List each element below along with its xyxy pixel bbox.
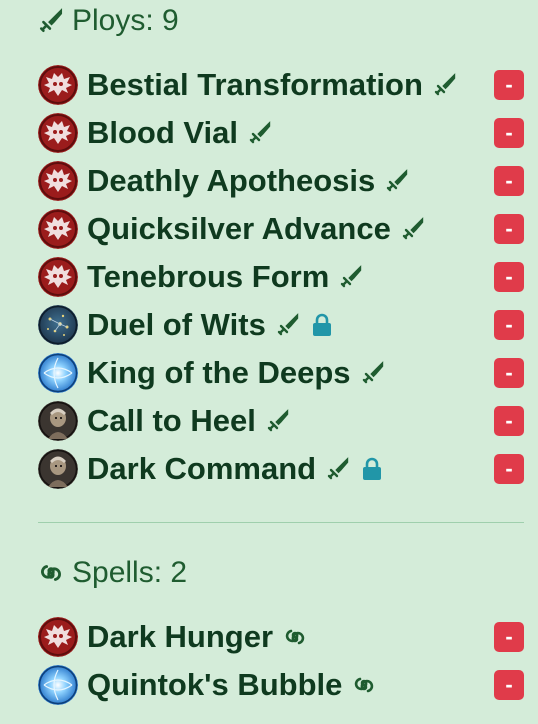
ploy-item[interactable]: Bestial Transformation -	[38, 63, 524, 107]
sword-icon	[385, 169, 409, 193]
ploy-item[interactable]: Tenebrous Form -	[38, 255, 524, 299]
ploy-name: King of the Deeps	[87, 355, 351, 390]
sword-icon	[361, 361, 385, 385]
vampire-bat-icon	[38, 161, 78, 201]
lock-icon	[310, 312, 334, 338]
spell-item[interactable]: Dark Hunger -	[38, 615, 524, 659]
ploy-item[interactable]: Blood Vial -	[38, 111, 524, 155]
remove-button[interactable]: -	[494, 262, 524, 292]
ploy-name: Blood Vial	[87, 115, 239, 150]
ploy-item[interactable]: Duel of Wits -	[38, 303, 524, 347]
vampire-bat-icon	[38, 65, 78, 105]
ploy-name: Duel of Wits	[87, 307, 266, 342]
ploy-item[interactable]: Dark Command -	[38, 447, 524, 491]
warrior-portrait-icon	[38, 401, 78, 441]
ploy-item[interactable]: Quicksilver Advance -	[38, 207, 524, 251]
blue-swirl-icon	[38, 353, 78, 393]
vampire-bat-icon	[38, 257, 78, 297]
remove-button[interactable]: -	[494, 166, 524, 196]
ploy-name: Tenebrous Form	[87, 259, 330, 294]
section-divider	[38, 522, 524, 523]
sword-icon	[276, 313, 300, 337]
spiral-icon	[38, 560, 64, 586]
sword-icon	[248, 121, 272, 145]
warrior-portrait-icon	[38, 449, 78, 489]
sword-icon	[433, 73, 457, 97]
spells-header-label: Spells: 2	[72, 556, 188, 589]
remove-button[interactable]: -	[494, 670, 524, 700]
ploy-name: Quicksilver Advance	[87, 211, 391, 246]
ploys-header: Ploys: 9	[38, 4, 179, 38]
vampire-bat-icon	[38, 113, 78, 153]
remove-button[interactable]: -	[494, 310, 524, 340]
sword-icon	[401, 217, 425, 241]
sword-icon	[326, 457, 350, 481]
vampire-bat-icon	[38, 209, 78, 249]
remove-button[interactable]: -	[494, 118, 524, 148]
remove-button[interactable]: -	[494, 214, 524, 244]
spiral-icon	[283, 625, 307, 649]
vampire-bat-icon	[38, 617, 78, 657]
starry-icon	[38, 305, 78, 345]
remove-button[interactable]: -	[494, 70, 524, 100]
sword-icon	[266, 409, 290, 433]
remove-button[interactable]: -	[494, 454, 524, 484]
ploy-item[interactable]: King of the Deeps -	[38, 351, 524, 395]
lock-icon	[360, 456, 384, 482]
ploy-name: Deathly Apotheosis	[87, 163, 376, 198]
ploy-name: Bestial Transformation	[87, 67, 423, 102]
remove-button[interactable]: -	[494, 622, 524, 652]
sword-icon	[38, 8, 64, 34]
remove-button[interactable]: -	[494, 358, 524, 388]
sword-icon	[339, 265, 363, 289]
ploy-name: Dark Command	[87, 451, 317, 486]
ploy-name: Call to Heel	[87, 403, 256, 438]
spells-header: Spells: 2	[38, 556, 187, 590]
spiral-icon	[352, 673, 376, 697]
spell-name: Dark Hunger	[87, 619, 274, 654]
ploys-header-label: Ploys: 9	[72, 4, 179, 37]
remove-button[interactable]: -	[494, 406, 524, 436]
ploy-item[interactable]: Call to Heel -	[38, 399, 524, 443]
blue-swirl-icon	[38, 665, 78, 705]
ploy-item[interactable]: Deathly Apotheosis -	[38, 159, 524, 203]
spell-name: Quintok's Bubble	[87, 667, 343, 702]
spell-item[interactable]: Quintok's Bubble -	[38, 663, 524, 707]
